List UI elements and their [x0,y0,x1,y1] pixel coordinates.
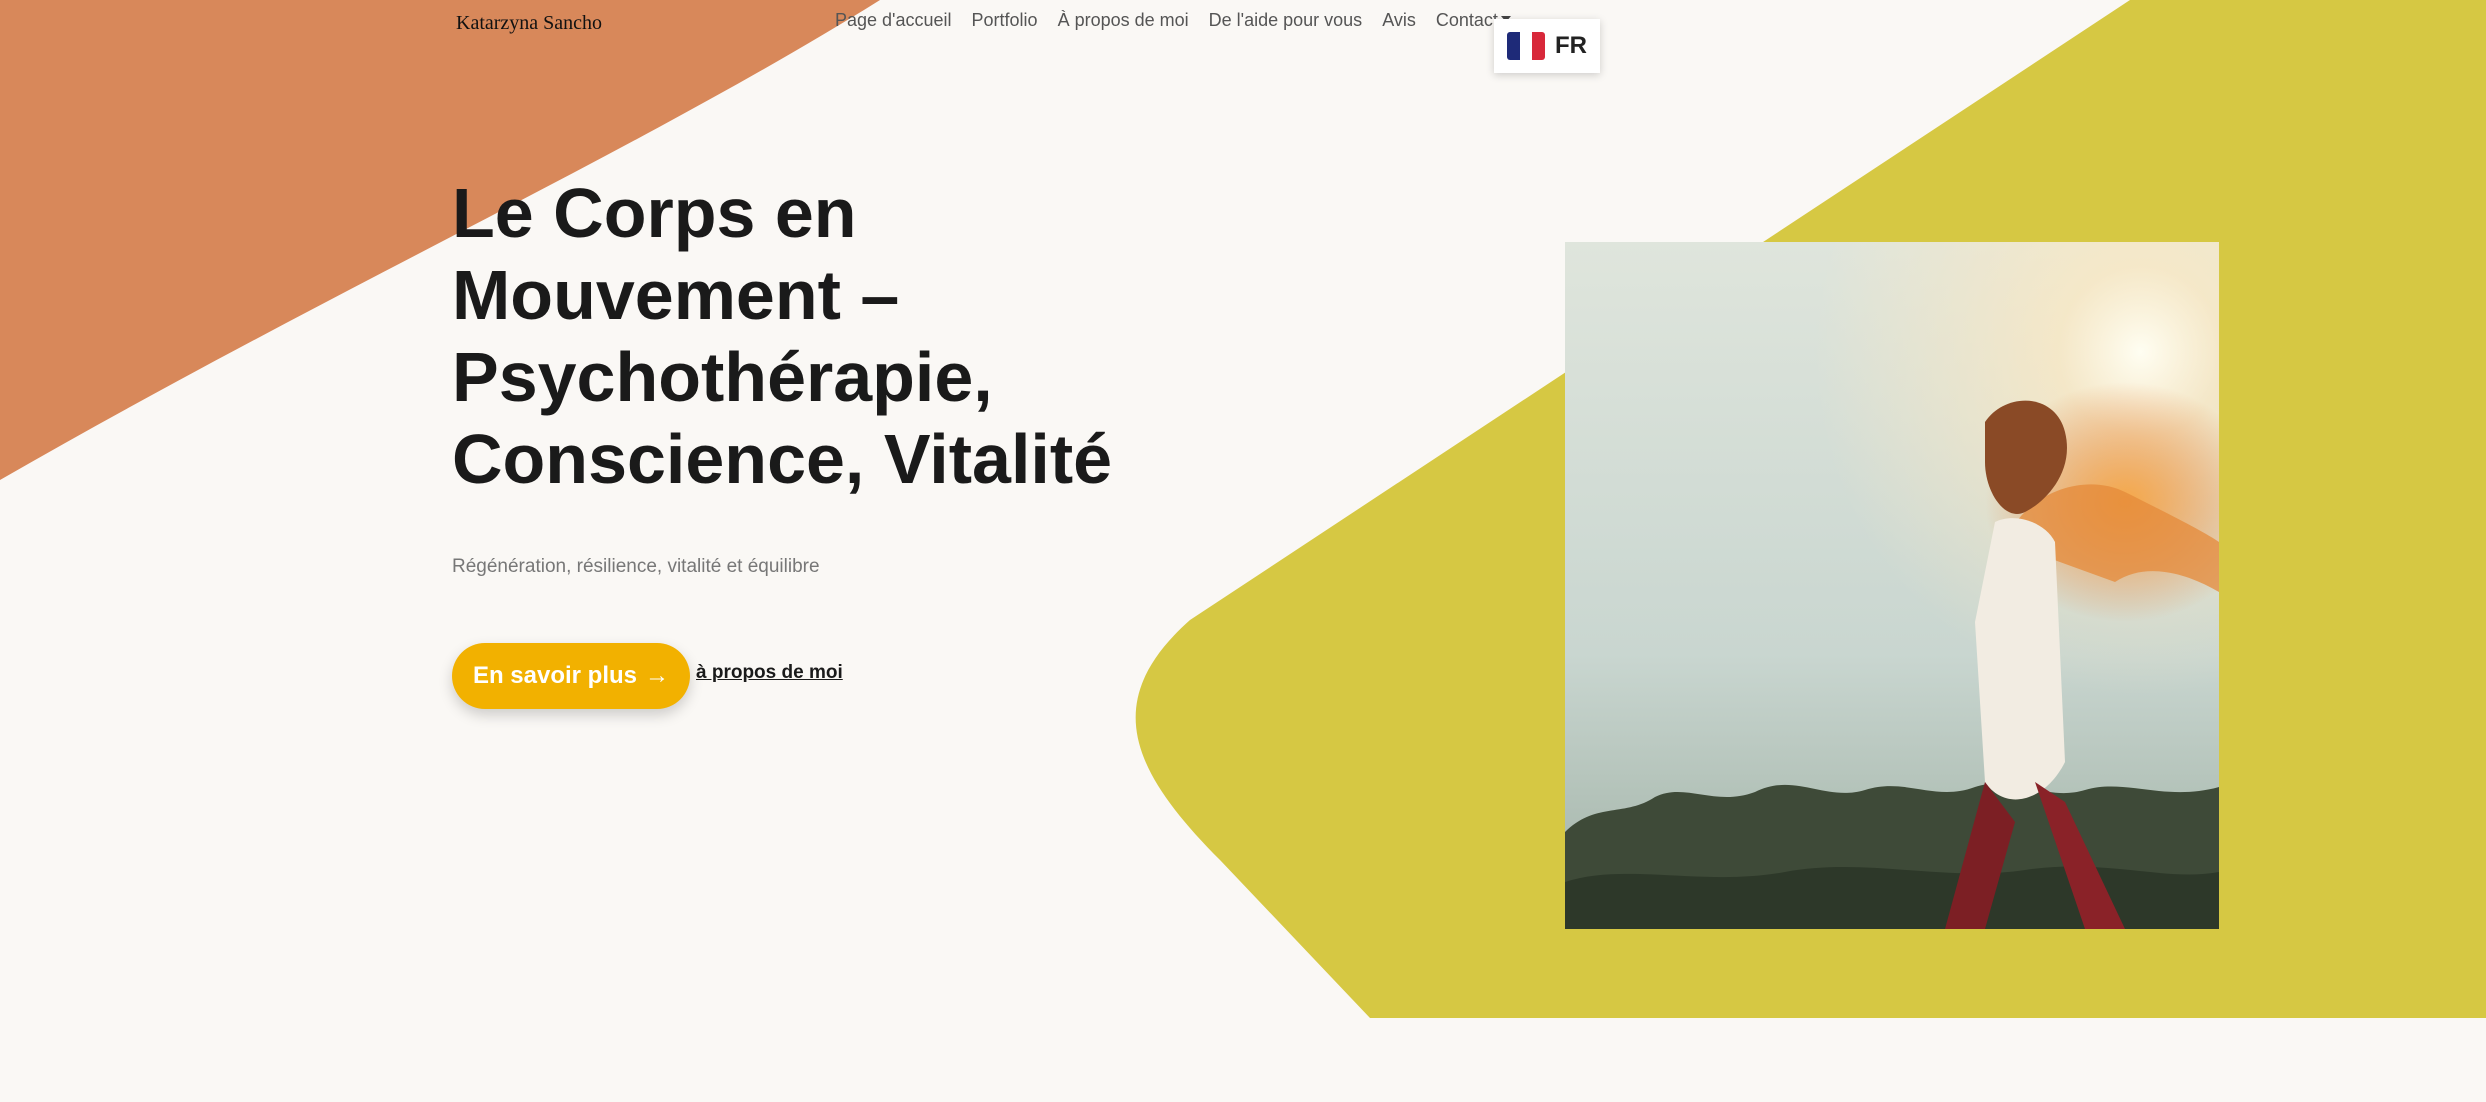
learn-more-button[interactable]: En savoir plus → [452,643,690,709]
nav-item-portfolio[interactable]: Portfolio [962,8,1048,32]
arrow-right-icon: → [645,662,670,689]
france-flag-icon [1507,32,1545,60]
language-code: FR [1555,32,1587,59]
nav-item-help[interactable]: De l'aide pour vous [1199,8,1373,32]
hero-subtitle: Régénération, résilience, vitalité et éq… [452,556,820,577]
language-switcher[interactable]: FR [1494,19,1600,73]
main-nav: Page d'accueil Portfolio À propos de moi… [835,8,1521,32]
about-me-link[interactable]: à propos de moi [696,662,843,684]
hero-title: Le Corps en Mouvement – Psychothérapie, … [452,174,1113,498]
brand-logo[interactable]: Katarzyna Sancho [456,12,602,35]
learn-more-label: En savoir plus [472,662,638,689]
nav-item-reviews[interactable]: Avis [1372,8,1426,32]
nav-item-home[interactable]: Page d'accueil [835,8,962,32]
hero-photo [1565,242,2219,929]
nav-item-contact-label: Contact [1435,10,1498,30]
nav-item-about[interactable]: À propos de moi [1048,8,1199,32]
